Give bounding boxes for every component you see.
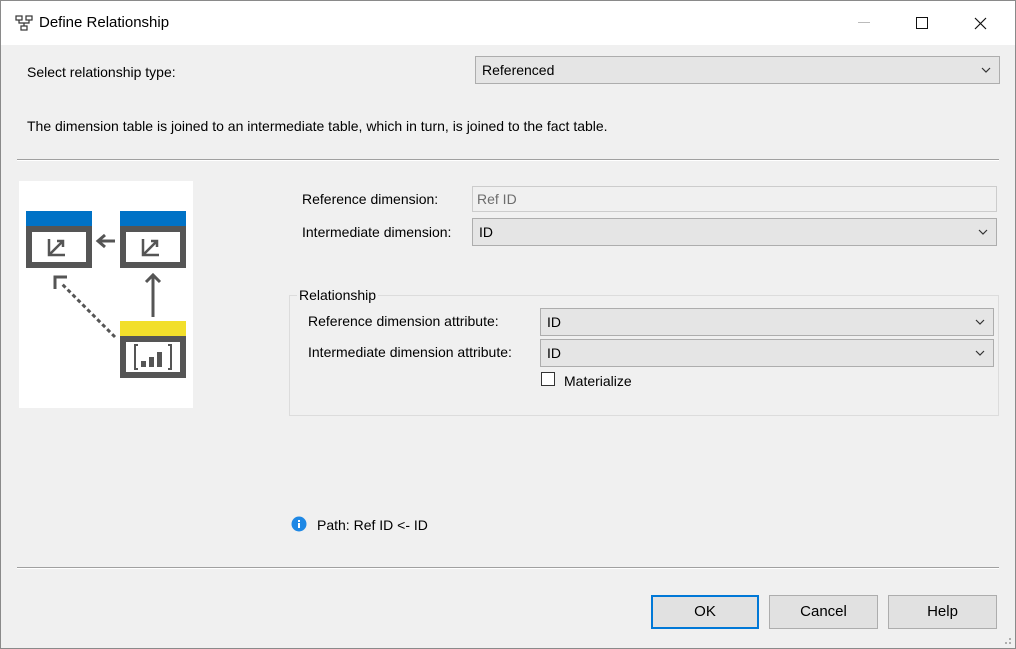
reference-dimension-field: Ref ID [472, 186, 997, 212]
maximize-icon [916, 17, 928, 29]
intermediate-dimension-label: Intermediate dimension: [302, 224, 452, 240]
relationship-icon [15, 15, 33, 31]
maximize-button[interactable] [893, 1, 951, 45]
resize-grip-icon[interactable] [1002, 635, 1012, 645]
ok-button[interactable]: OK [651, 595, 759, 629]
chevron-down-icon [981, 67, 991, 73]
chevron-down-icon [975, 319, 985, 325]
title-bar: Define Relationship [1, 1, 1015, 45]
dimension-box-right [120, 226, 186, 268]
separator-bottom [17, 567, 999, 569]
relationship-diagram [19, 181, 193, 408]
arrow-left-icon [95, 233, 115, 249]
minimize-button[interactable] [835, 1, 893, 45]
bar-icon-3 [157, 352, 162, 367]
help-button[interactable]: Help [888, 595, 997, 629]
materialize-label[interactable]: Materialize [564, 373, 632, 389]
bar-icon-2 [149, 357, 154, 367]
dashed-arrow-line [59, 281, 117, 339]
intermediate-attribute-label: Intermediate dimension attribute: [308, 344, 512, 360]
info-icon [291, 516, 307, 532]
relationship-description: The dimension table is joined to an inte… [27, 118, 608, 134]
arrow-up-icon [144, 272, 162, 317]
chevron-down-icon [978, 229, 988, 235]
bar-icon-1 [141, 361, 146, 367]
relationship-type-select[interactable]: Referenced [475, 56, 1000, 84]
intermediate-dimension-value: ID [479, 224, 493, 240]
intermediate-attribute-value: ID [547, 345, 561, 361]
relationship-group-title: Relationship [297, 287, 379, 303]
cancel-button[interactable]: Cancel [769, 595, 878, 629]
close-button[interactable] [951, 1, 1009, 45]
window-title: Define Relationship [39, 14, 170, 31]
close-icon [974, 17, 986, 29]
intermediate-dimension-select[interactable]: ID [472, 218, 997, 246]
dimension-box-left [26, 226, 92, 268]
separator-top [17, 159, 999, 161]
minimize-icon [858, 22, 870, 23]
referenced-diagram-graphic [26, 211, 186, 378]
relationship-type-label: Select relationship type: [27, 64, 176, 80]
path-text: Path: Ref ID <- ID [317, 517, 428, 533]
reference-attribute-label: Reference dimension attribute: [308, 313, 499, 329]
intermediate-attribute-select[interactable]: ID [540, 339, 994, 367]
reference-attribute-select[interactable]: ID [540, 308, 994, 336]
relationship-type-value: Referenced [482, 62, 555, 78]
dialog-window: Define Relationship Select relationship … [0, 0, 1016, 649]
reference-attribute-value: ID [547, 314, 561, 330]
reference-dimension-label: Reference dimension: [302, 191, 439, 207]
chevron-down-icon [975, 350, 985, 356]
materialize-checkbox[interactable] [541, 372, 555, 386]
